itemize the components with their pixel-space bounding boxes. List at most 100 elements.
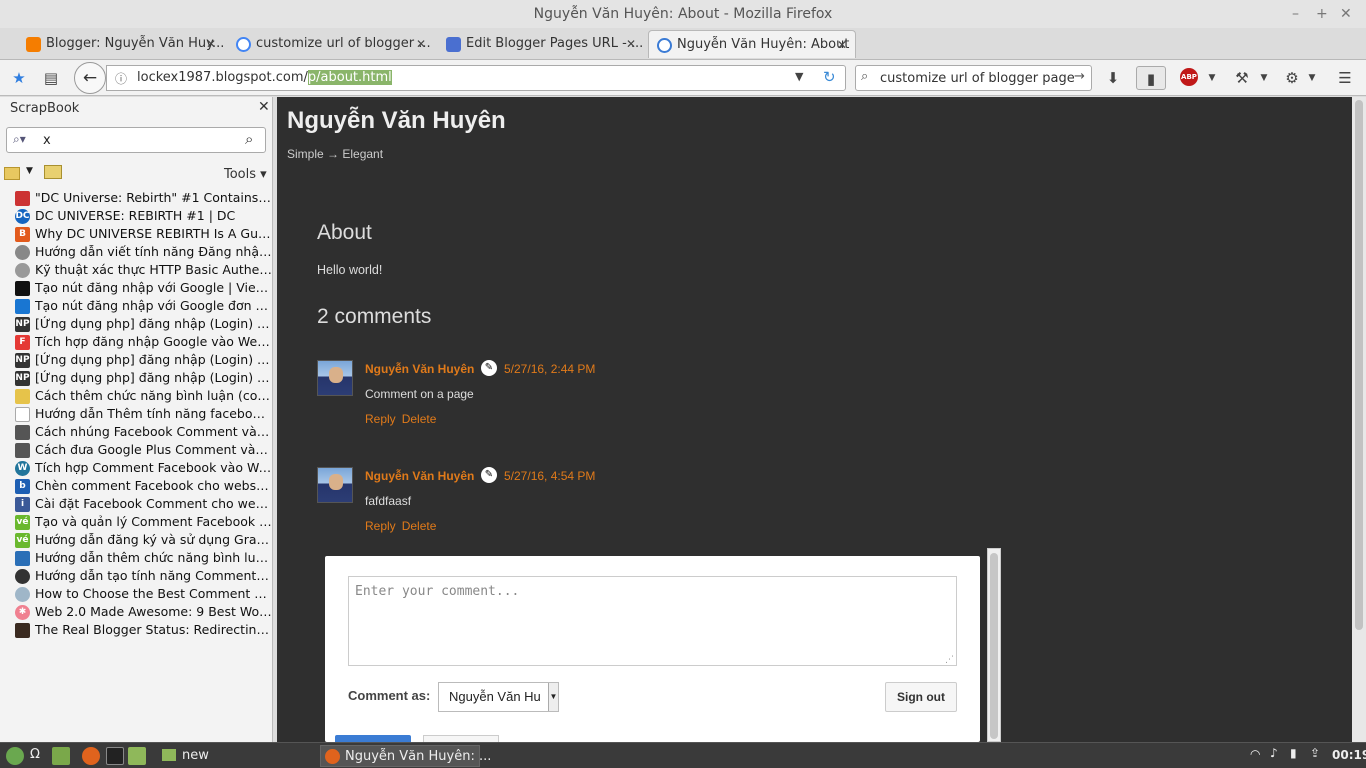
- list-item[interactable]: véHướng dẫn đăng ký và sử dụng Gravatar.…: [0, 531, 272, 549]
- extension-icon[interactable]: ⚙: [1282, 66, 1302, 90]
- list-item[interactable]: ✱ Web 2.0 Made Awesome: 9 Best WordPr...: [0, 603, 272, 621]
- close-window-icon[interactable]: ✕: [1340, 0, 1352, 28]
- adblock-menu-icon[interactable]: ▼: [1206, 66, 1218, 90]
- close-tab-icon[interactable]: ✕: [837, 31, 847, 58]
- download-icon[interactable]: ⬇: [1102, 66, 1124, 90]
- close-sidebar-icon[interactable]: ✕: [258, 99, 270, 115]
- search-mode-icon[interactable]: ⌕▾: [13, 132, 26, 147]
- mint-menu-icon[interactable]: [6, 747, 24, 765]
- list-item[interactable]: Hướng dẫn tạo tính năng Comment Face...: [0, 567, 272, 585]
- sidebar-search-input[interactable]: ⌕▾ x ⌕: [6, 127, 266, 153]
- list-item[interactable]: NP [Ứng dụng php] đăng nhập (Login) với T…: [0, 369, 272, 387]
- close-tab-icon[interactable]: ✕: [206, 30, 216, 58]
- list-item[interactable]: Tạo nút đăng nhập với Google đơn giản: [0, 297, 272, 315]
- history-dropdown-icon[interactable]: ▼: [795, 70, 803, 83]
- list-item[interactable]: How to Choose the Best Comment Syste...: [0, 585, 272, 603]
- tools-menu[interactable]: Tools ▾: [224, 167, 267, 182]
- list-item[interactable]: Cách nhúng Facebook Comment vào We...: [0, 423, 272, 441]
- favicon-icon: [15, 389, 30, 404]
- tools-icon[interactable]: ⚒: [1232, 66, 1252, 90]
- delete-link[interactable]: Delete: [402, 412, 437, 426]
- reply-link[interactable]: Reply: [365, 519, 396, 533]
- adblock-icon[interactable]: ABP: [1180, 68, 1198, 86]
- close-tab-icon[interactable]: ✕: [416, 30, 426, 58]
- volume-icon[interactable]: ♪: [1270, 746, 1278, 760]
- list-item[interactable]: Cách đưa Google Plus Comment vào we...: [0, 441, 272, 459]
- files-icon[interactable]: [128, 747, 146, 765]
- list-item[interactable]: The Real Blogger Status: Redirecting An.…: [0, 621, 272, 639]
- publish-button[interactable]: [335, 735, 411, 742]
- clock[interactable]: 00:19: [1332, 748, 1366, 762]
- reading-list-icon[interactable]: ▤: [40, 66, 62, 90]
- comment-date[interactable]: 5/27/16, 2:44 PM: [504, 362, 595, 376]
- tab-about[interactable]: Nguyễn Văn Huyên: About ✕: [648, 30, 856, 58]
- list-item[interactable]: NP[Ứng dụng php] đăng nhập (Login) với f…: [0, 351, 272, 369]
- search-icon[interactable]: ⌕: [245, 130, 253, 148]
- list-item[interactable]: W Tích hợp Comment Facebook vào WordP...: [0, 459, 272, 477]
- list-item[interactable]: i Cài đặt Facebook Comment cho website: [0, 495, 272, 513]
- minimize-icon[interactable]: –: [1292, 0, 1299, 28]
- resize-handle-icon[interactable]: ⋰: [945, 655, 954, 665]
- list-item[interactable]: Tạo nút đăng nhập với Google | Vietnam..…: [0, 279, 272, 297]
- list-item[interactable]: Hướng dẫn thêm chức năng bình luận (c...: [0, 549, 272, 567]
- comment-date[interactable]: 5/27/16, 4:54 PM: [504, 469, 595, 483]
- avatar[interactable]: [317, 360, 353, 396]
- list-item[interactable]: F Tích hợp đăng nhập Google vào Website: [0, 333, 272, 351]
- delete-link[interactable]: Delete: [402, 519, 437, 533]
- avatar[interactable]: [317, 467, 353, 503]
- search-bar[interactable]: ⌕ customize url of blogger page →: [855, 65, 1092, 91]
- url-text[interactable]: lockex1987.blogspot.com/p/about.html: [137, 70, 392, 85]
- sidebar-toggle-icon[interactable]: ▮: [1136, 66, 1166, 90]
- battery-icon[interactable]: ▮: [1290, 746, 1297, 760]
- taskbar-item-folder[interactable]: new: [158, 745, 313, 767]
- comment-author[interactable]: Nguyễn Văn Huyên: [365, 362, 474, 376]
- list-item[interactable]: Hướng dẫn Thêm tính năng facebook co...: [0, 405, 272, 423]
- back-button[interactable]: ←: [74, 62, 106, 94]
- taskbar-item-firefox[interactable]: Nguyễn Văn Huyên: ...: [320, 745, 491, 767]
- search-text[interactable]: customize url of blogger page: [880, 71, 1075, 86]
- new-folder-menu-icon[interactable]: ▼: [26, 166, 33, 176]
- list-item[interactable]: DC DC UNIVERSE: REBIRTH #1 | DC: [0, 207, 272, 225]
- edit-icon[interactable]: ✎: [481, 467, 497, 483]
- new-folder-icon[interactable]: [4, 167, 20, 180]
- list-item[interactable]: vé Tạo và quản lý Comment Facebook cho ..…: [0, 513, 272, 531]
- list-item[interactable]: NP[Ứng dụng php] đăng nhập (Login) với G…: [0, 315, 272, 333]
- tab-blogger[interactable]: Blogger: Nguyễn Văn Huy... ✕: [18, 30, 224, 58]
- comment-frame-scrollbar[interactable]: [987, 548, 1001, 742]
- preview-button[interactable]: [423, 735, 499, 742]
- comment-author[interactable]: Nguyễn Văn Huyên: [365, 469, 474, 483]
- list-item[interactable]: Hướng dẫn viết tính năng Đăng nhập với..…: [0, 243, 272, 261]
- wifi-icon[interactable]: ◠: [1250, 747, 1260, 761]
- tab-edit-blogger-pages[interactable]: Edit Blogger Pages URL - ... ✕: [438, 30, 644, 58]
- page-scrollbar[interactable]: [1352, 97, 1366, 742]
- extension-menu-icon[interactable]: ▼: [1306, 66, 1318, 90]
- url-bar[interactable]: ⓘ lockex1987.blogspot.com/p/about.html ▼…: [106, 65, 846, 91]
- hamburger-menu-icon[interactable]: ☰: [1334, 66, 1356, 90]
- edit-icon[interactable]: ✎: [481, 360, 497, 376]
- list-item[interactable]: Cách thêm chức năng bình luận (comme...: [0, 387, 272, 405]
- site-info-icon[interactable]: ⓘ: [115, 70, 127, 87]
- list-item[interactable]: B Why DC UNIVERSE REBIRTH Is A Gutsy ...: [0, 225, 272, 243]
- maximize-icon[interactable]: +: [1316, 0, 1328, 28]
- firefox-icon[interactable]: [82, 747, 100, 765]
- search-go-icon[interactable]: →: [1074, 69, 1085, 84]
- reload-icon[interactable]: ↻: [823, 68, 836, 86]
- tools-menu-icon[interactable]: ▼: [1258, 66, 1270, 90]
- list-item[interactable]: Kỹ thuật xác thực HTTP Basic Authentica.…: [0, 261, 272, 279]
- reply-link[interactable]: Reply: [365, 412, 396, 426]
- omega-icon[interactable]: Ω: [30, 747, 40, 762]
- comment-textarea[interactable]: Enter your comment... ⋰: [348, 576, 957, 666]
- show-desktop-icon[interactable]: [52, 747, 70, 765]
- terminal-icon[interactable]: [106, 747, 124, 765]
- close-tab-icon[interactable]: ✕: [626, 30, 636, 58]
- list-item[interactable]: "DC Universe: Rebirth" #1 Contains a Su.…: [0, 189, 272, 207]
- identity-select[interactable]: Nguyễn Văn Hu ▼: [438, 682, 559, 712]
- update-icon[interactable]: ⇪: [1310, 746, 1320, 760]
- open-folder-icon[interactable]: [44, 165, 62, 179]
- bookmark-star-icon[interactable]: ★: [8, 66, 30, 90]
- list-item[interactable]: b Chèn comment Facebook cho website: [0, 477, 272, 495]
- sidebar-search-value[interactable]: x: [43, 133, 51, 148]
- tab-google-search[interactable]: customize url of blogger ... ✕: [228, 30, 434, 58]
- sign-out-button[interactable]: Sign out: [885, 682, 957, 712]
- blog-title[interactable]: Nguyễn Văn Huyên: [287, 107, 506, 135]
